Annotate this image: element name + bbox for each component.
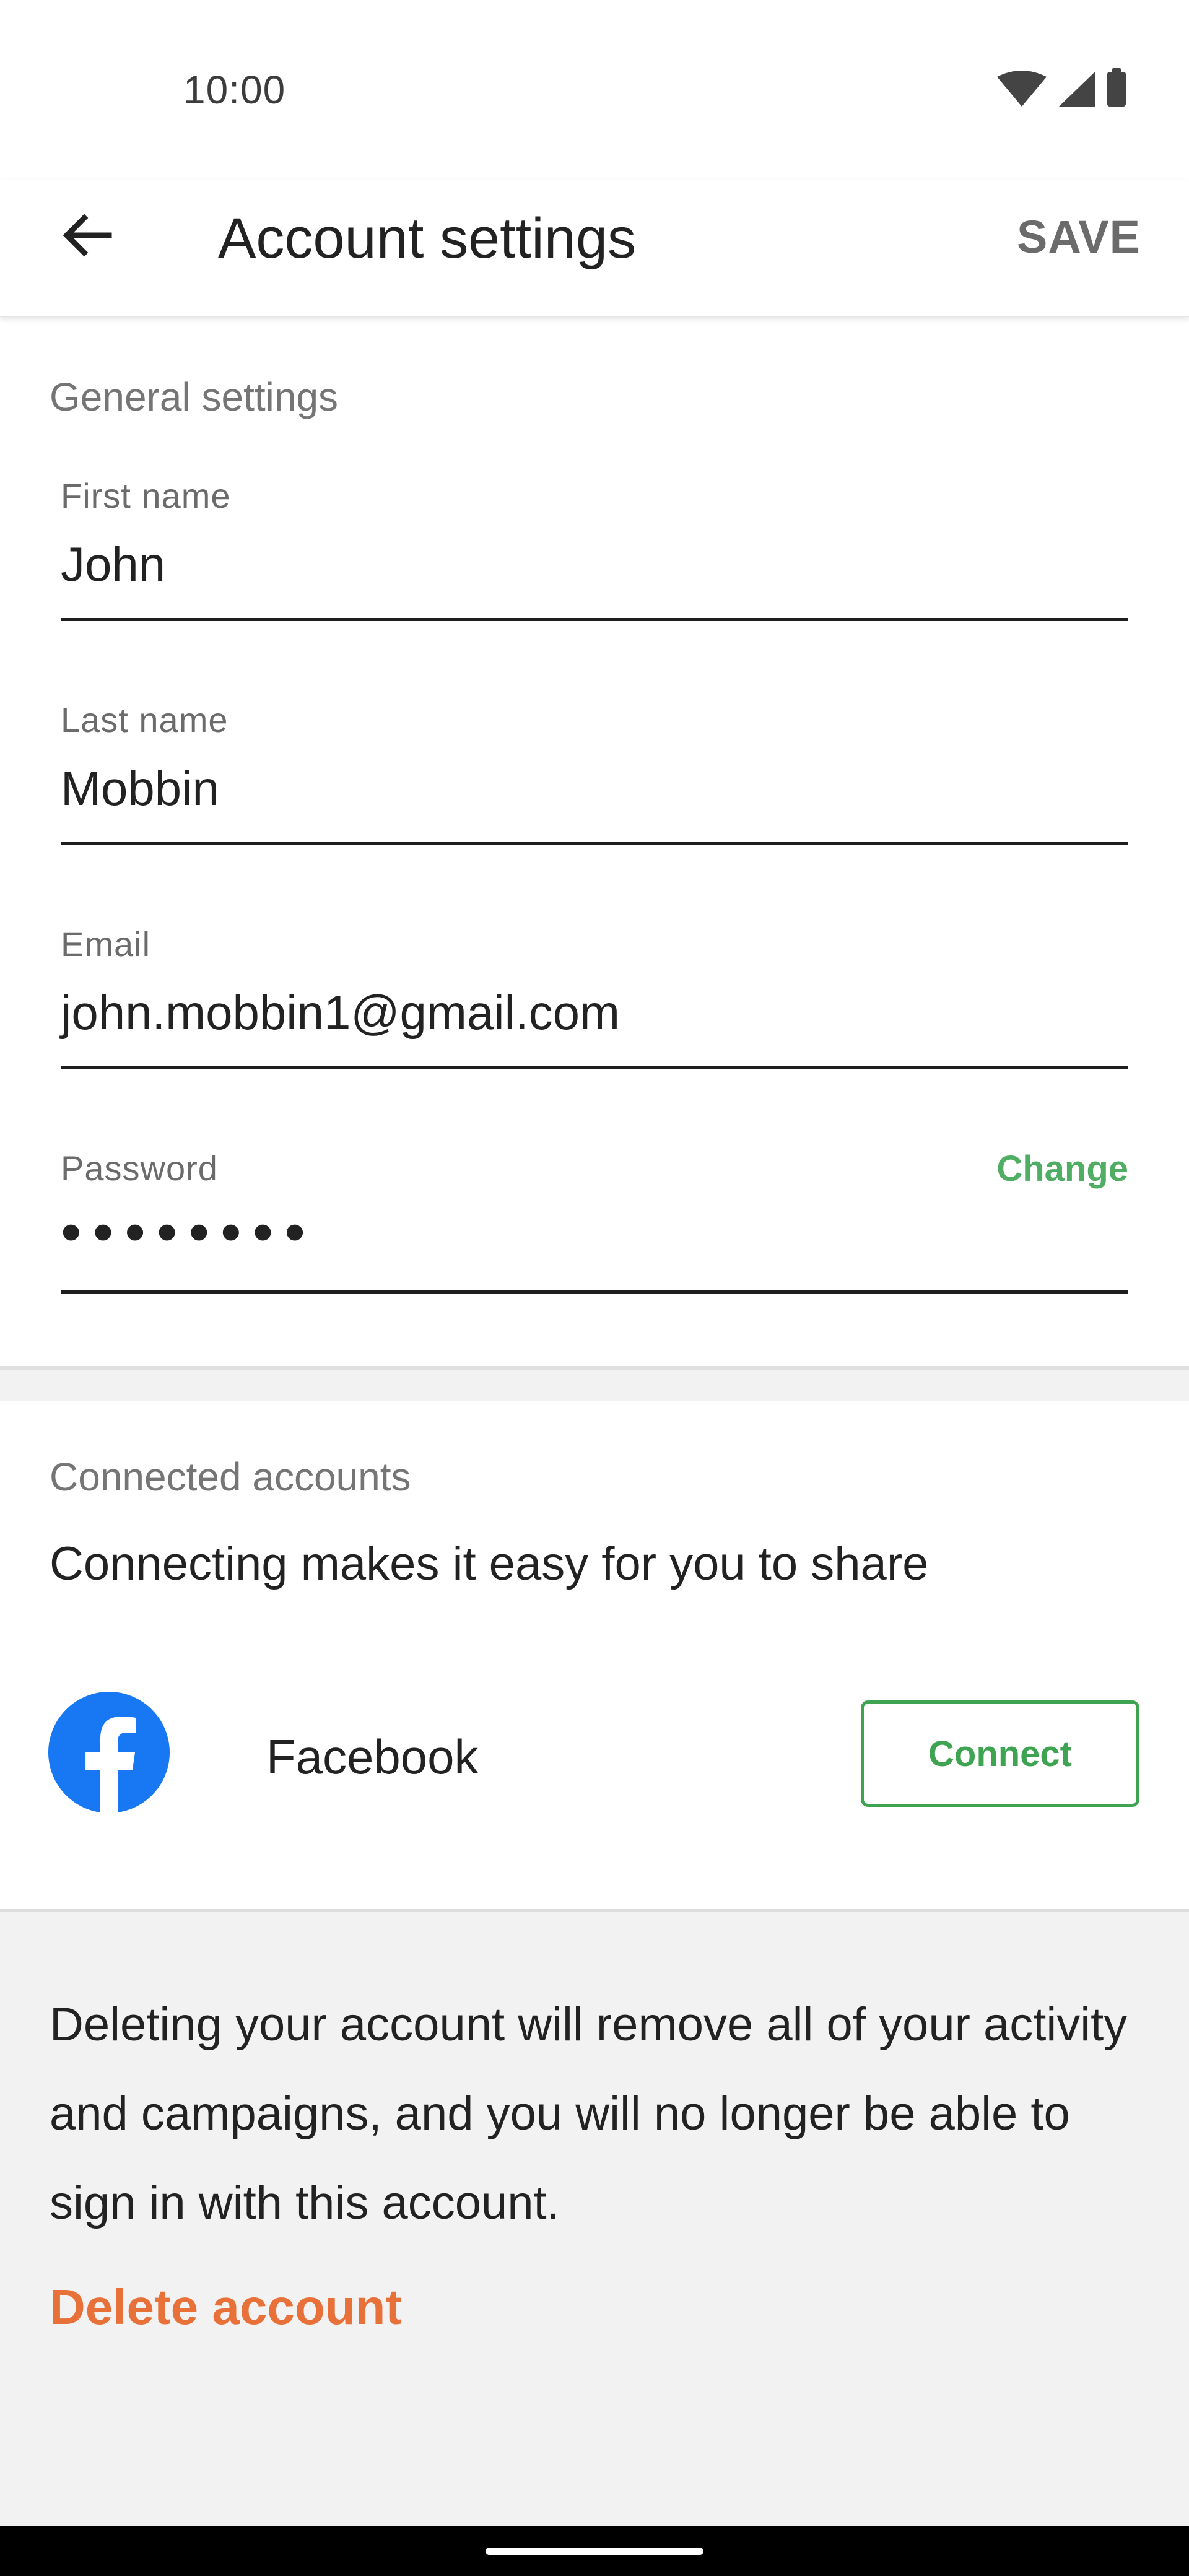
password-label: Password (61, 1149, 218, 1188)
status-time: 10:00 (183, 67, 286, 112)
arrow-back-icon[interactable] (57, 206, 116, 265)
general-settings-section: General settings First name John Last na… (0, 317, 1189, 1370)
last-name-input[interactable]: Mobbin (61, 760, 219, 817)
first-name-input[interactable]: John (61, 536, 165, 593)
email-underline (61, 1066, 1128, 1069)
system-navigation-bar (0, 2526, 1189, 2576)
email-input[interactable]: john.mobbin1@gmail.com (61, 985, 620, 1041)
cellular-signal-icon (1059, 72, 1095, 107)
app-bar: Account settings SAVE (0, 180, 1189, 317)
general-settings-heading: General settings (50, 375, 339, 419)
password-field[interactable]: Password Change •••••••• (61, 1148, 1128, 1315)
last-name-label: Last name (61, 700, 229, 739)
password-underline (61, 1290, 1128, 1294)
change-password-link[interactable]: Change (996, 1148, 1128, 1190)
save-button[interactable]: SAVE (1017, 211, 1141, 263)
email-field[interactable]: Email john.mobbin1@gmail.com (61, 924, 1128, 1091)
first-name-label: First name (61, 476, 231, 515)
password-input[interactable]: •••••••• (61, 1203, 316, 1262)
status-bar: 10:00 (0, 0, 1189, 180)
facebook-icon (48, 1692, 170, 1813)
first-name-underline (61, 618, 1128, 621)
first-name-field[interactable]: First name John (61, 476, 1128, 643)
wifi-icon (997, 71, 1047, 107)
connected-accounts-section: Connected accounts Connecting makes it e… (0, 1401, 1189, 1912)
battery-icon (1107, 68, 1126, 107)
email-label: Email (61, 925, 151, 964)
connected-accounts-description: Connecting makes it easy for you to shar… (50, 1538, 929, 1590)
connect-facebook-button[interactable]: Connect (861, 1700, 1139, 1807)
delete-account-button[interactable]: Delete account (50, 2279, 402, 2336)
status-icons (997, 68, 1126, 107)
connected-accounts-heading: Connected accounts (50, 1455, 411, 1499)
delete-account-description: Deleting your account will remove all of… (50, 1998, 1128, 2229)
facebook-account-name: Facebook (266, 1730, 479, 1784)
last-name-field[interactable]: Last name Mobbin (61, 700, 1128, 867)
home-indicator[interactable] (486, 2548, 703, 2555)
last-name-underline (61, 842, 1128, 845)
page-title: Account settings (218, 207, 637, 270)
